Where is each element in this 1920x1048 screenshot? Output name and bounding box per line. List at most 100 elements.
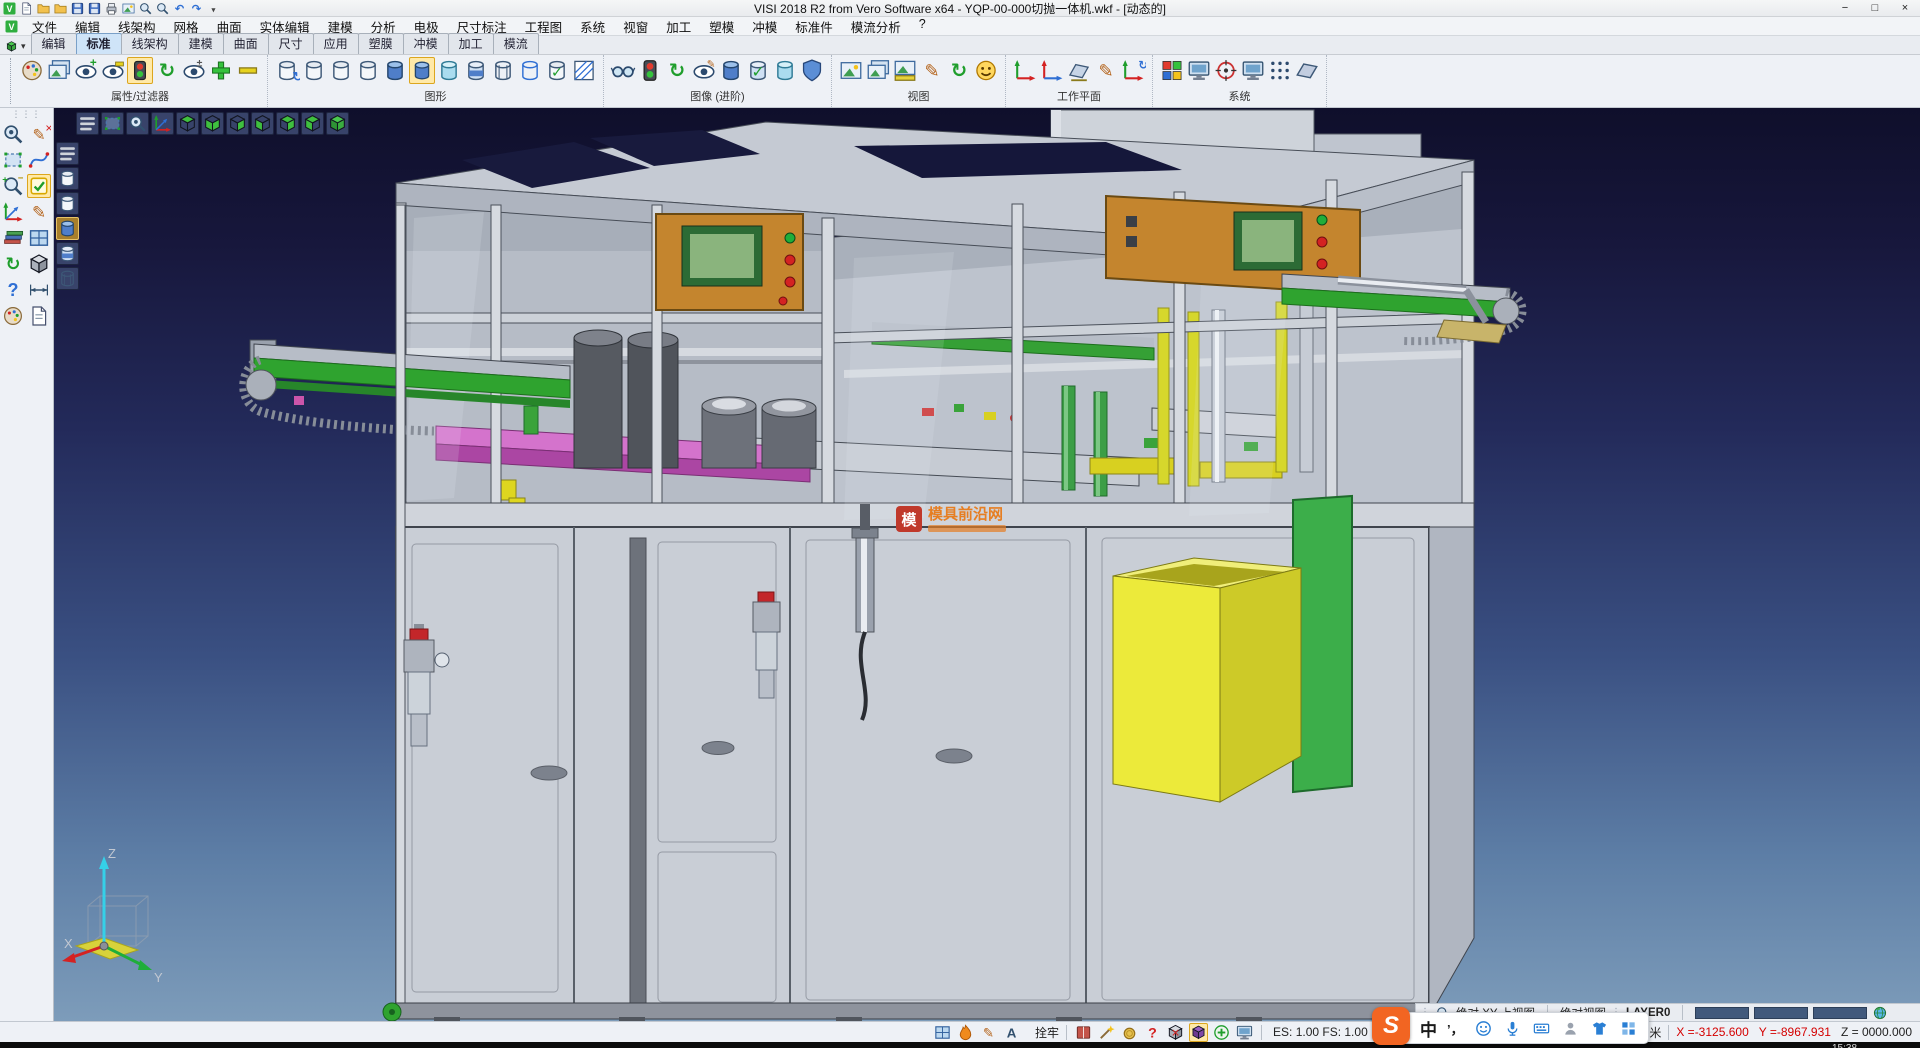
annotate-eye-icon[interactable]: ✎	[691, 57, 717, 84]
shade-quality-icon[interactable]	[718, 57, 744, 84]
add-circle-icon[interactable]	[1212, 1023, 1231, 1042]
ime-punctuation-toggle[interactable]: ’，	[1447, 1019, 1464, 1038]
tab-应用[interactable]: 应用	[313, 33, 359, 54]
ime-skin-icon[interactable]	[1590, 1019, 1609, 1038]
window-view-icon[interactable]	[1235, 1023, 1254, 1042]
zoom-inout-icon[interactable]: +−	[1, 174, 25, 198]
plane-refresh-icon[interactable]: ↻	[1120, 57, 1146, 84]
add-view-icon[interactable]	[865, 57, 891, 84]
zoom-fit-icon[interactable]	[155, 1, 170, 16]
color-swatch-2[interactable]	[1754, 1007, 1808, 1019]
minimize-button[interactable]: −	[1830, 0, 1860, 16]
refresh-views-icon[interactable]: ↻	[946, 57, 972, 84]
regen-graphics-icon[interactable]: ↻	[274, 57, 300, 84]
view-side-cube-icon[interactable]	[226, 112, 249, 135]
solid-cube-icon[interactable]	[27, 252, 51, 276]
undo-icon[interactable]: ↶	[172, 1, 187, 16]
view-front-cube-icon[interactable]	[201, 112, 224, 135]
material-icon[interactable]	[772, 57, 798, 84]
capture-icon[interactable]	[121, 1, 136, 16]
view-shaded-cube-icon[interactable]	[326, 112, 349, 135]
spline-sketch-icon[interactable]	[27, 148, 51, 172]
purple-cube-icon[interactable]	[1189, 1023, 1208, 1042]
zoom-window-icon[interactable]	[138, 1, 153, 16]
attributes-paint-icon[interactable]	[19, 57, 45, 84]
menu-14[interactable]: 加工	[657, 17, 700, 36]
hide-remove-icon[interactable]	[100, 57, 126, 84]
view-ruler-icon[interactable]	[892, 57, 918, 84]
clip-window-icon[interactable]	[933, 1023, 952, 1042]
render-shaded-icon[interactable]	[56, 217, 79, 240]
render-quality-icon[interactable]	[973, 57, 999, 84]
tab-模流[interactable]: 模流	[493, 33, 539, 54]
dashed-mode-icon[interactable]	[355, 57, 381, 84]
ime-mic-icon[interactable]	[1503, 1019, 1522, 1038]
add-visible-icon[interactable]	[208, 57, 234, 84]
strip-menu-icon[interactable]	[56, 142, 79, 165]
sogou-logo-icon[interactable]: S	[1372, 1007, 1410, 1045]
view-iso1-cube-icon[interactable]	[251, 112, 274, 135]
color-grid-icon[interactable]	[1159, 57, 1185, 84]
toolbar-grip[interactable]	[4, 58, 11, 104]
section-shield-icon[interactable]	[799, 57, 825, 84]
open-recent-icon[interactable]	[53, 1, 68, 16]
close-button[interactable]: ×	[1890, 0, 1920, 16]
preview-glasses-icon[interactable]	[610, 57, 636, 84]
maximize-button[interactable]: □	[1860, 0, 1890, 16]
wireframe-mode-icon[interactable]	[301, 57, 327, 84]
tab-尺寸[interactable]: 尺寸	[268, 33, 314, 54]
wire-blue-icon[interactable]	[517, 57, 543, 84]
refresh-filter-icon[interactable]: ↻	[154, 57, 180, 84]
tab-编辑[interactable]: 编辑	[31, 33, 77, 54]
attributes-palette-icon[interactable]	[1, 226, 25, 250]
zoom-preview-icon[interactable]	[1, 122, 25, 146]
save-all-icon[interactable]	[87, 1, 102, 16]
ime-toolbox-icon[interactable]	[1619, 1019, 1638, 1038]
render-wire-icon[interactable]	[56, 167, 79, 190]
render-refresh-icon[interactable]: ↻	[664, 57, 690, 84]
new-file-icon[interactable]	[19, 1, 34, 16]
note-pencil-icon[interactable]: ✎	[979, 1023, 998, 1042]
hatch-display-icon[interactable]	[571, 57, 597, 84]
redo-icon[interactable]: ↷	[189, 1, 204, 16]
show-add-icon[interactable]: +	[73, 57, 99, 84]
menu-15[interactable]: 塑模	[700, 17, 743, 36]
ime-person-icon[interactable]	[1561, 1019, 1580, 1038]
regen-model-icon[interactable]: ↻	[1, 252, 25, 276]
ime-emoji-icon[interactable]	[1474, 1019, 1493, 1038]
tab-线架构[interactable]: 线架构	[121, 33, 179, 54]
select-rectangle-icon[interactable]	[1, 148, 25, 172]
visi-logo-icon[interactable]: V	[2, 1, 17, 16]
menu-13[interactable]: 视窗	[614, 17, 657, 36]
open-folder-icon[interactable]	[36, 1, 51, 16]
color-swatch-1[interactable]	[1695, 1007, 1749, 1019]
point-grid-icon[interactable]	[1267, 57, 1293, 84]
viewport-select-icon[interactable]	[101, 112, 124, 135]
view-top-cube-icon[interactable]	[176, 112, 199, 135]
x-cube-icon[interactable]: ✕	[1166, 1023, 1185, 1042]
tab-塑膜[interactable]: 塑膜	[358, 33, 404, 54]
gold-coin-icon[interactable]	[1120, 1023, 1139, 1042]
viewport-origin-icon[interactable]	[151, 112, 174, 135]
hiddenline-mode-icon[interactable]	[328, 57, 354, 84]
show-toggle-icon[interactable]: ±	[181, 57, 207, 84]
validate-check-icon[interactable]	[27, 174, 51, 198]
snap-lock-toggle[interactable]: 拴牢	[1035, 1024, 1059, 1041]
render-wireframe-icon[interactable]	[56, 267, 79, 290]
analysis-shade-icon[interactable]: ✓	[544, 57, 570, 84]
export-sheet-icon[interactable]	[27, 304, 51, 328]
sketch-view-icon[interactable]: ✎	[919, 57, 945, 84]
workplane-axes-icon[interactable]	[1012, 57, 1038, 84]
menu-17[interactable]: 标准件	[786, 17, 842, 36]
plane-3d-icon[interactable]	[1294, 57, 1320, 84]
help-icon[interactable]: ?	[1, 278, 25, 302]
filter-toggle-icon[interactable]	[127, 57, 153, 84]
flame-mark-icon[interactable]	[956, 1023, 975, 1042]
transparent-mode-icon[interactable]	[436, 57, 462, 84]
remove-visible-icon[interactable]	[235, 57, 261, 84]
tab-冲模[interactable]: 冲模	[403, 33, 449, 54]
viewport-zoom-icon[interactable]	[126, 112, 149, 135]
panel-grip[interactable]: ⋮⋮⋮	[12, 110, 42, 118]
freehand-sketch-icon[interactable]: ✎	[27, 200, 51, 224]
saved-view-icon[interactable]	[838, 57, 864, 84]
